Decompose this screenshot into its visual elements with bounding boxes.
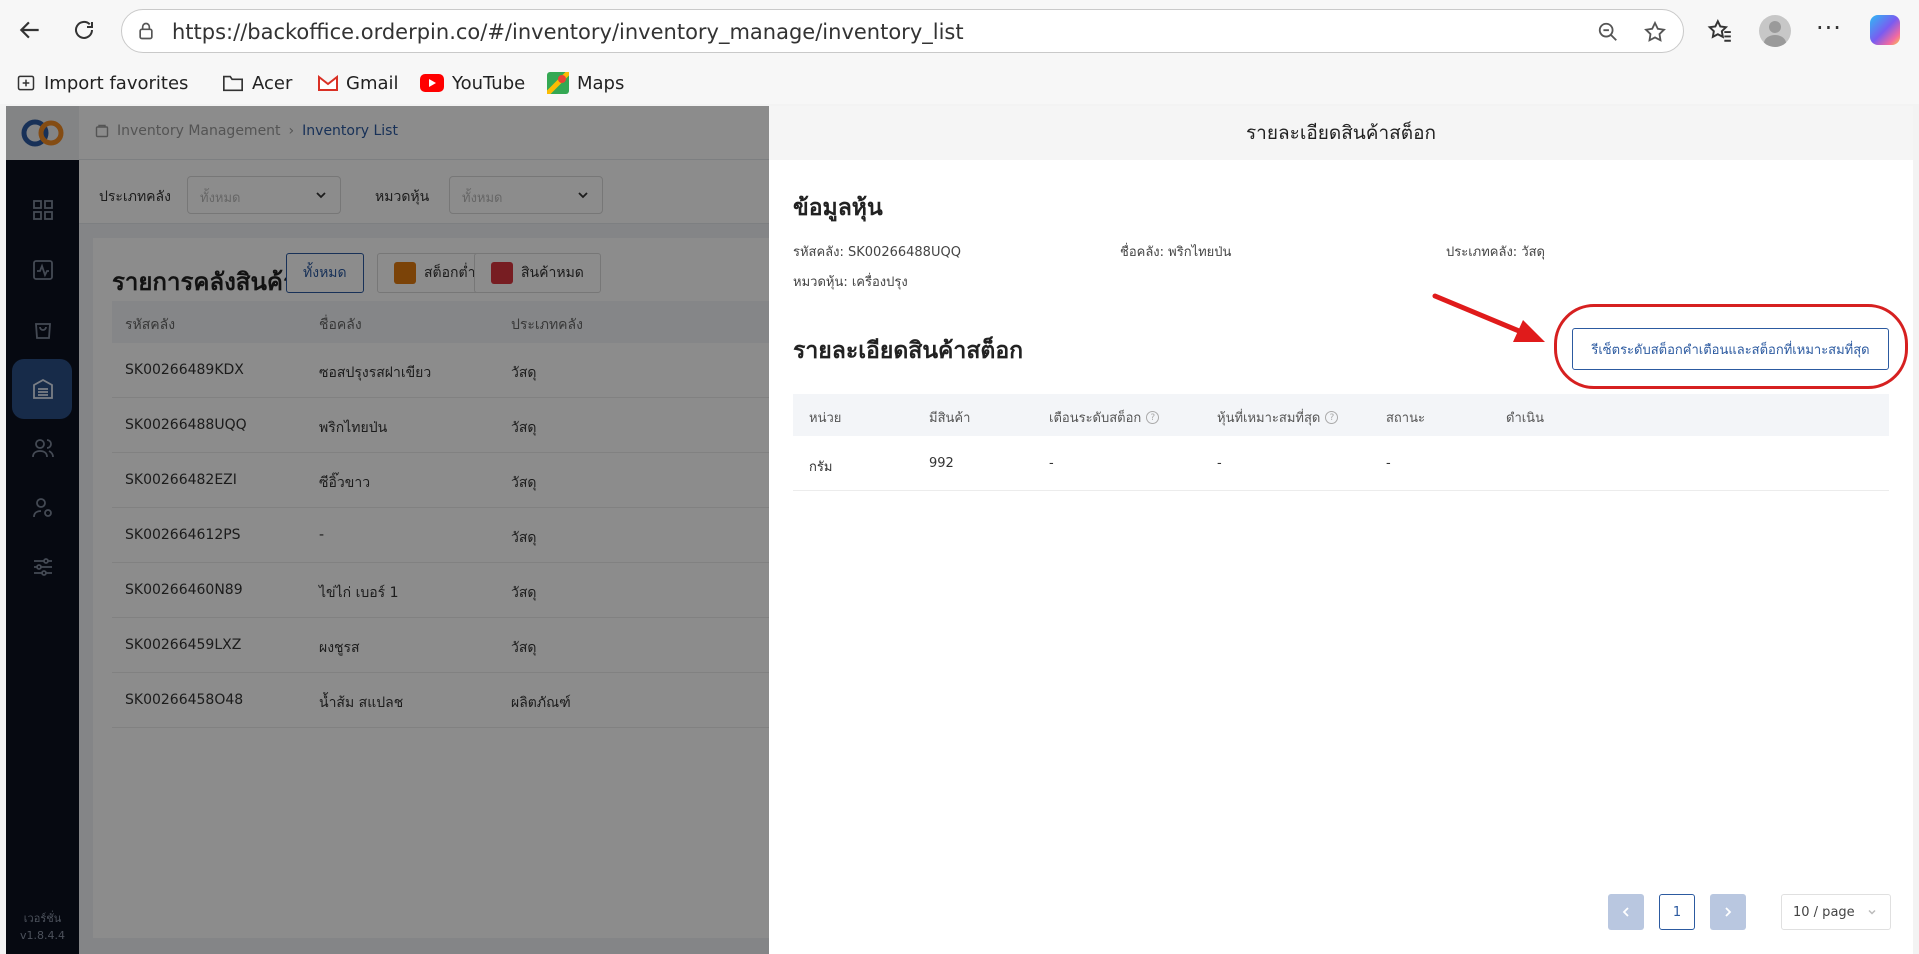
browser-toolbar: https://backoffice.orderpin.co/#/invento… <box>0 0 1919 62</box>
stock-detail-drawer: รายละเอียดสินค้าสต็อก ข้อมูลหุ้น รหัสคลั… <box>769 106 1913 954</box>
info-category: หมวดหุ้น: เครื่องปรุง <box>793 275 908 290</box>
bookmark-maps[interactable]: Maps <box>547 70 624 96</box>
stock-detail-title: รายละเอียดสินค้าสต็อก <box>793 338 1024 364</box>
page-size-select[interactable]: 10 / page <box>1781 894 1891 930</box>
stock-table-header: หน่วย มีสินค้า เตือนระดับสต็อก? หุ้นที่เ… <box>793 394 1889 436</box>
url-text: https://backoffice.orderpin.co/#/invento… <box>172 20 964 44</box>
lock-icon <box>139 22 153 40</box>
info-type: ประเภทคลัง: วัสดุ <box>1446 245 1545 260</box>
chevron-right-icon <box>1725 907 1732 917</box>
maps-icon <box>547 72 569 94</box>
table-row[interactable]: กรัม 992 - - - <box>793 436 1889 491</box>
drawer-title: รายละเอียดสินค้าสต็อก <box>769 106 1913 160</box>
gmail-icon <box>318 75 338 91</box>
refresh-button[interactable] <box>66 12 102 48</box>
pagination-next-button[interactable] <box>1710 894 1746 930</box>
annotation-arrow-icon <box>1432 293 1545 342</box>
column-header-unit: หน่วย <box>809 411 842 426</box>
chevron-left-icon <box>1622 907 1629 917</box>
stock-info-title: ข้อมูลหุ้น <box>793 195 883 221</box>
bookmark-youtube[interactable]: YouTube <box>420 70 525 96</box>
bookmark-gmail[interactable]: Gmail <box>318 70 399 96</box>
help-icon[interactable]: ? <box>1325 411 1339 424</box>
more-menu-icon[interactable]: ··· <box>1816 14 1842 42</box>
youtube-icon <box>420 74 444 92</box>
favorites-icon[interactable] <box>1707 18 1733 44</box>
help-icon[interactable]: ? <box>1146 411 1160 424</box>
pagination-prev-button[interactable] <box>1608 894 1644 930</box>
back-arrow-icon <box>19 21 39 39</box>
info-name: ชื่อคลัง: พริกไทยป่น <box>1120 245 1232 260</box>
reset-stock-levels-button[interactable]: รีเซ็ตระดับสต็อกคำเตือนและสต็อกที่เหมาะส… <box>1572 328 1889 370</box>
bookmarks-bar: Import favorites Acer Gmail YouTube Maps <box>0 62 1919 104</box>
column-header-action: ดำเนิน <box>1506 411 1544 426</box>
favorite-star-icon[interactable] <box>1643 20 1667 44</box>
back-button[interactable] <box>12 12 48 48</box>
chevron-down-icon <box>1868 909 1876 915</box>
refresh-icon <box>75 20 93 39</box>
info-code: รหัสคลัง: SK00266488UQQ <box>793 245 961 260</box>
pagination-page-1[interactable]: 1 <box>1659 894 1695 930</box>
copilot-icon[interactable] <box>1870 15 1900 45</box>
address-bar[interactable]: https://backoffice.orderpin.co/#/invento… <box>121 9 1684 53</box>
profile-avatar[interactable] <box>1759 15 1791 47</box>
zoom-out-icon[interactable] <box>1597 21 1619 43</box>
bookmark-import-favorites[interactable]: Import favorites <box>16 70 188 96</box>
column-header-stock-warning: เตือนระดับสต็อก? <box>1049 407 1160 428</box>
folder-icon <box>223 75 243 92</box>
import-icon <box>17 75 35 91</box>
bookmark-acer[interactable]: Acer <box>222 70 292 96</box>
column-header-in-stock: มีสินค้า <box>929 411 971 426</box>
column-header-optimal-stock: หุ้นที่เหมาะสมที่สุด? <box>1217 407 1339 428</box>
column-header-status: สถานะ <box>1386 411 1425 426</box>
